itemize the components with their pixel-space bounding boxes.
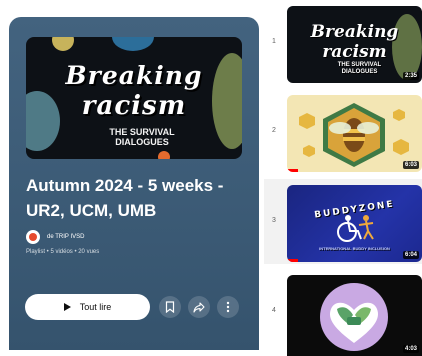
thumbnail-title-line1: Breaking xyxy=(65,61,203,90)
playlist-video-row[interactable]: 2 6:03 xyxy=(264,89,422,174)
decor-top xyxy=(112,37,154,51)
bee-icon xyxy=(299,103,409,167)
playlist-header: Breaking racism THE SURVIVAL DIALOGUES A… xyxy=(9,17,259,350)
video-duration: 4:03 xyxy=(402,345,419,353)
video-thumbnail[interactable]: 4:03 xyxy=(287,275,422,356)
watch-progress xyxy=(287,259,298,262)
video-thumbnail[interactable]: 6:03 xyxy=(287,95,422,172)
bookmark-icon xyxy=(165,301,175,313)
thumbnail-title-line2: racism xyxy=(81,91,187,121)
video-duration: 6:03 xyxy=(402,161,419,169)
play-icon xyxy=(63,303,71,311)
save-button[interactable] xyxy=(159,296,181,318)
video-duration: 6:04 xyxy=(402,251,419,259)
heart-hands-icon xyxy=(320,283,388,351)
playlist-thumbnail[interactable]: Breaking racism THE SURVIVAL DIALOGUES xyxy=(26,37,242,159)
playlist-title: Autumn 2024 - 5 weeks - UR2, UCM, UMB xyxy=(26,176,224,220)
video-index: 1 xyxy=(272,38,276,45)
playlist-video-row[interactable]: 4 4:03 xyxy=(264,269,422,356)
more-button[interactable] xyxy=(217,296,239,318)
thumb-title-line1: Breaking xyxy=(310,22,399,42)
playlist-meta: Playlist • 5 vidéos • 20 vues xyxy=(26,249,100,255)
play-all-button[interactable]: Tout lire xyxy=(25,294,150,320)
video-index: 4 xyxy=(272,307,276,314)
playlist-owner[interactable]: de TRIP IVSD xyxy=(26,230,84,244)
share-button[interactable] xyxy=(188,296,210,318)
thumb-subtitle: THE SURVIVAL DIALOGUES xyxy=(337,62,382,75)
thumb-tagline: INTERNATIONAL BUDDY INCLUSION xyxy=(319,246,390,251)
owner-name[interactable]: de TRIP IVSD xyxy=(47,234,84,240)
more-vert-icon xyxy=(226,301,230,313)
video-duration: 2:35 xyxy=(402,72,419,80)
share-icon xyxy=(193,301,205,313)
avatar[interactable] xyxy=(26,230,40,244)
thumbnail-subtitle: THE SURVIVAL DIALOGUES xyxy=(109,127,175,147)
play-all-label: Tout lire xyxy=(79,302,112,312)
decor-top-left xyxy=(52,37,74,51)
video-index: 2 xyxy=(272,127,276,134)
playlist-video-row[interactable]: 1 Breaking racism THE SURVIVAL DIALOGUES… xyxy=(264,0,422,85)
watch-progress xyxy=(287,169,298,172)
video-index: 3 xyxy=(272,217,276,224)
video-thumbnail[interactable]: BUDDYZONE INTERNATIONAL BUDDY INCLUSION … xyxy=(287,185,422,262)
decor-dot xyxy=(158,151,170,159)
thumb-title-line2: racism xyxy=(322,42,387,62)
video-thumbnail[interactable]: Breaking racism THE SURVIVAL DIALOGUES 2… xyxy=(287,6,422,83)
playlist-video-row[interactable]: 3 BUDDYZONE INTERNATIONAL BUDDY INCLUSIO… xyxy=(264,179,422,264)
